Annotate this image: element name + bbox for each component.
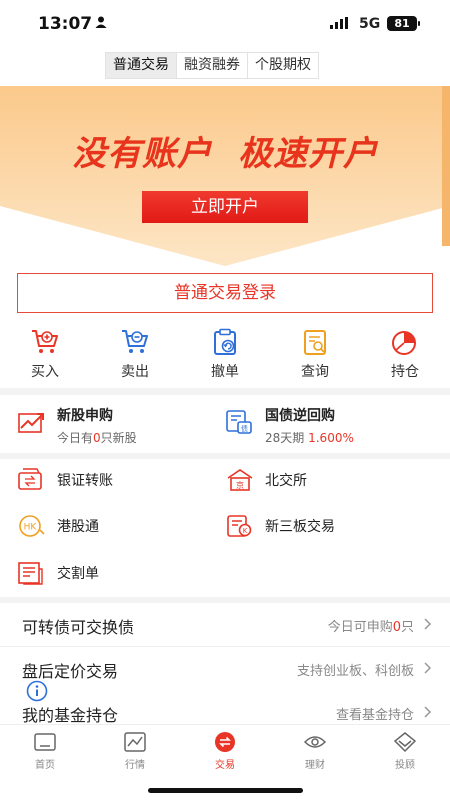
nav-home[interactable]: 首页 (15, 731, 75, 771)
neeq-item[interactable]: K 新三板交易 (226, 512, 426, 542)
ipo-subscription-item[interactable]: 新股申购 今日有0只新股 (0, 395, 225, 455)
network-type: 5G (359, 16, 381, 32)
tab-stock-options[interactable]: 个股期权 (248, 53, 318, 78)
bse-building-icon: 京 (227, 469, 253, 491)
neeq-label: 新三板交易 (265, 519, 335, 535)
tab-normal-trade[interactable]: 普通交易 (106, 53, 177, 78)
nav-market[interactable]: 行情 (105, 731, 165, 771)
pie-chart-icon (392, 331, 416, 355)
trend-up-icon (18, 413, 44, 433)
svg-text:K: K (243, 527, 248, 535)
section-separator (0, 453, 450, 459)
cart-minus-icon (122, 330, 148, 353)
quick-actions: 买入 卖出 撤单 查询 持仓 (0, 328, 450, 386)
bank-transfer-item[interactable]: 银证转账 (18, 466, 208, 496)
banner-slogan: 没有账户 极速开户 (0, 126, 450, 175)
query-label: 查询 (301, 364, 329, 380)
slogan-left: 没有账户 (72, 134, 212, 174)
bottom-navigation: 首页 行情 交易 理财 投顾 (0, 724, 450, 776)
slogan-right: 极速开户 (238, 134, 378, 174)
chevron-right-icon (424, 706, 432, 718)
hk-connect-label: 港股通 (57, 519, 99, 535)
bank-transfer-icon (18, 468, 42, 490)
person-icon (95, 16, 107, 28)
nav-home-label: 首页 (35, 760, 55, 771)
advisor-diamond-icon (393, 732, 417, 753)
query-button[interactable]: 查询 (285, 328, 345, 381)
after-hours-title: 盘后定价交易 (22, 662, 119, 681)
positions-button[interactable]: 持仓 (375, 328, 435, 381)
signal-icon (330, 17, 348, 29)
repo-subtitle: 28天期 1.600% (265, 431, 354, 445)
market-chart-icon (124, 732, 146, 752)
wealth-eye-icon (303, 736, 327, 748)
convertible-bond-title: 可转债可交换债 (22, 618, 135, 637)
ipo-subtitle: 今日有0只新股 (57, 431, 137, 445)
section-separator (0, 388, 450, 395)
ipo-title: 新股申购 (57, 408, 113, 424)
trading-screen: 13:07 5G 81 普通交易 融资融券 个股期权 没有账户 极速开户 立即开… (0, 0, 450, 800)
trade-swap-icon (215, 732, 235, 752)
svg-text:京: 京 (236, 480, 244, 490)
hk-connect-item[interactable]: HK 港股通 (18, 512, 208, 542)
settlement-label: 交割单 (57, 566, 99, 582)
home-indicator (148, 788, 303, 793)
cancel-order-label: 撤单 (211, 364, 239, 380)
bond-repo-icon: 债 (226, 410, 252, 434)
repo-rate: 1.600% (308, 431, 354, 445)
ipo-count: 0 (93, 431, 101, 445)
hk-connect-icon: HK (19, 515, 45, 537)
status-time: 13:07 (38, 14, 93, 34)
chevron-right-icon (424, 618, 432, 630)
cancel-order-button[interactable]: 撤单 (195, 328, 255, 381)
bank-transfer-label: 银证转账 (57, 473, 113, 489)
statement-icon (18, 562, 43, 585)
nav-advisor-label: 投顾 (395, 760, 415, 771)
cart-plus-icon (32, 330, 58, 353)
repo-title: 国债逆回购 (265, 408, 335, 424)
nav-wealth[interactable]: 理财 (285, 731, 345, 771)
svg-text:HK: HK (24, 523, 38, 533)
clipboard-undo-icon (214, 328, 236, 355)
nav-advisor[interactable]: 投顾 (375, 731, 435, 771)
banner-background (0, 86, 450, 266)
nav-market-label: 行情 (125, 760, 145, 771)
settlement-statement-item[interactable]: 交割单 (18, 559, 208, 589)
buy-label: 买入 (31, 364, 59, 380)
fund-holdings-detail: 查看基金持仓 (335, 708, 414, 723)
account-type-tabs: 普通交易 融资融券 个股期权 (105, 52, 319, 79)
svg-text:债: 债 (241, 424, 248, 433)
fund-holdings-title: 我的基金持仓 (22, 706, 119, 725)
neeq-board-icon: K (227, 515, 252, 537)
convertible-bond-detail: 今日可申购0只 (327, 620, 414, 635)
convertible-bond-count: 0 (392, 620, 401, 635)
buy-button[interactable]: 买入 (15, 328, 75, 381)
open-account-banner[interactable]: 没有账户 极速开户 立即开户 (0, 86, 450, 266)
sell-label: 卖出 (121, 364, 149, 380)
normal-trade-login-button[interactable]: 普通交易登录 (17, 273, 433, 313)
open-account-button[interactable]: 立即开户 (142, 191, 308, 223)
document-search-icon (304, 330, 326, 355)
after-hours-trading-row[interactable]: 盘后定价交易 支持创业板、科创板 (0, 646, 450, 690)
home-icon (34, 733, 56, 751)
bse-label: 北交所 (265, 473, 307, 489)
nav-trade[interactable]: 交易 (195, 731, 255, 771)
tab-margin-trading[interactable]: 融资融券 (177, 53, 248, 78)
sell-button[interactable]: 卖出 (105, 328, 165, 381)
after-hours-detail: 支持创业板、科创板 (296, 664, 414, 679)
nav-wealth-label: 理财 (305, 760, 325, 771)
chevron-right-icon (424, 662, 432, 674)
status-bar: 13:07 5G 81 (0, 0, 450, 48)
reverse-repo-item[interactable]: 债 国债逆回购 28天期 1.600% (225, 395, 450, 455)
bse-item[interactable]: 京 北交所 (226, 466, 426, 496)
nav-trade-label: 交易 (215, 760, 235, 771)
positions-label: 持仓 (391, 364, 419, 380)
battery-indicator: 81 (387, 16, 420, 31)
convertible-bond-row[interactable]: 可转债可交换债 今日可申购0只 (0, 602, 450, 646)
